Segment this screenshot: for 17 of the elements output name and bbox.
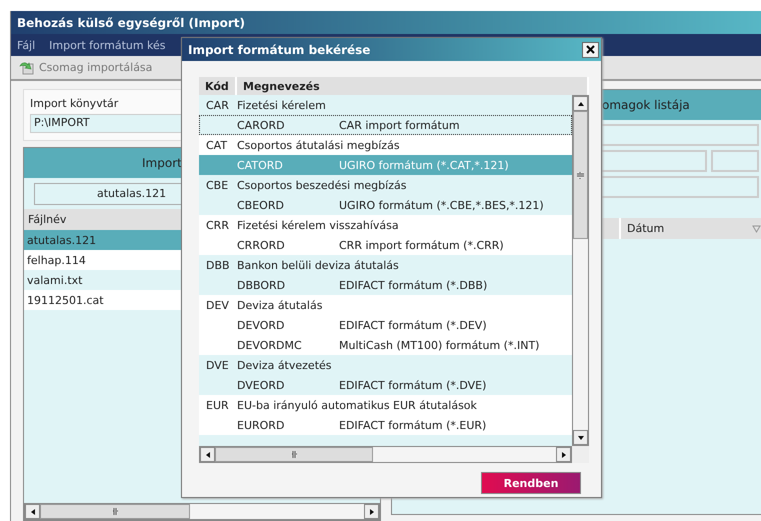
- table-cell: EU-ba irányuló automatikus EUR átutalások: [237, 398, 477, 412]
- window-title: Behozás külső egységről (Import): [17, 16, 246, 30]
- table-cell-text: CBE: [205, 178, 230, 192]
- table-cell-text: DBB: [205, 258, 231, 272]
- table-cell-text: DEV: [205, 298, 230, 312]
- table-cell: Fizetési kérelem visszahívása: [237, 218, 399, 232]
- table-cell: Fizetési kérelem: [237, 98, 326, 112]
- table-cell: Deviza átvezetés: [237, 358, 332, 372]
- table-cell: Bankon belüli deviza átutalás: [237, 258, 399, 272]
- table-cell-text: CAR: [205, 98, 230, 112]
- table-cell: Deviza átutalás: [237, 298, 322, 312]
- table-cell-text: EUR: [205, 398, 230, 412]
- table-cell-text: CRR: [205, 218, 230, 232]
- field-label: Import könyvtár: [30, 97, 118, 110]
- table-cell: Csoportos beszedési megbízás: [237, 178, 406, 192]
- table-cell-text: DVE: [205, 358, 230, 372]
- dialog-title: Import formátum bekérése: [188, 42, 372, 56]
